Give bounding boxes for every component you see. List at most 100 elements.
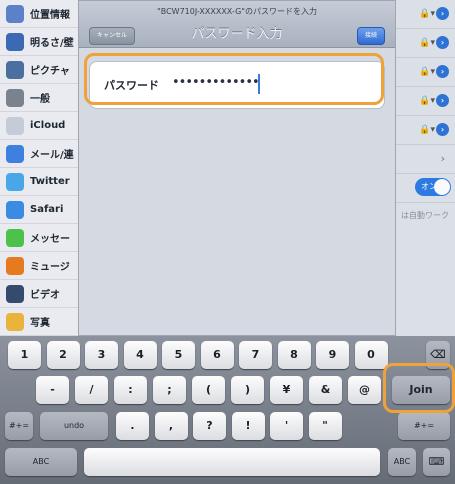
sidebar-item-label: ピクチャ: [30, 66, 70, 77]
key[interactable]: ;: [153, 376, 186, 404]
mail-icon: [6, 144, 24, 163]
other-network-row[interactable]: ›: [392, 145, 455, 174]
sidebar-item[interactable]: メッセー: [0, 224, 84, 252]
modal-navigation-bar: "BCW710J-XXXXXX-G"のパスワードを入力 キャンセル パスワード入…: [79, 1, 395, 48]
sidebar-item[interactable]: メール/連: [0, 140, 84, 168]
wifi-network-row[interactable]: 🔒▾ ›: [392, 87, 455, 116]
sidebar-item[interactable]: iCloud: [0, 112, 84, 140]
key[interactable]: :: [114, 376, 147, 404]
messages-icon: [6, 228, 24, 247]
sidebar-item[interactable]: 位置情報: [0, 0, 84, 28]
key[interactable]: (: [192, 376, 225, 404]
photos-icon: [6, 312, 24, 331]
key[interactable]: 7: [239, 341, 272, 369]
brightness-icon: [6, 32, 24, 51]
sidebar-item-label: 写真: [30, 318, 50, 329]
sidebar-item[interactable]: ピクチャ: [0, 56, 84, 84]
wifi-network-row[interactable]: 🔒▾ ›: [392, 29, 455, 58]
safari-icon: [6, 200, 24, 219]
ask-to-join-row: オン: [392, 174, 455, 203]
modal-title: パスワード入力: [191, 27, 283, 42]
key[interactable]: -: [36, 376, 69, 404]
key[interactable]: 5: [162, 341, 195, 369]
key[interactable]: !: [231, 412, 265, 440]
lock-wifi-icon: 🔒▾: [419, 9, 435, 19]
info-icon[interactable]: ›: [436, 7, 449, 20]
sidebar-item-label: 明るさ/壁: [30, 38, 74, 49]
lock-wifi-icon: 🔒▾: [419, 67, 435, 77]
sidebar-item-label: メール/連: [30, 150, 74, 161]
abc-key[interactable]: ABC: [5, 448, 77, 476]
password-field[interactable]: パスワード •••••••••••••: [89, 61, 385, 109]
settings-sidebar: 位置情報明るさ/壁ピクチャ一般 iCloud メール/連 Twitter Safari メ…: [0, 0, 85, 336]
text-cursor: [258, 74, 260, 94]
lock-wifi-icon: 🔒▾: [419, 38, 435, 48]
password-input[interactable]: •••••••••••••: [172, 75, 260, 90]
sidebar-item[interactable]: 写真: [0, 308, 84, 336]
sidebar-item-label: 一般: [30, 94, 50, 105]
sidebar-item[interactable]: Safari: [0, 196, 84, 224]
key[interactable]: ¥: [270, 376, 303, 404]
sidebar-item-label: Twitter: [30, 176, 70, 187]
sidebar-item[interactable]: ミュージ: [0, 252, 84, 280]
key[interactable]: ,: [154, 412, 188, 440]
abc-key[interactable]: ABC: [388, 448, 416, 476]
wifi-network-row[interactable]: 🔒▾ ›: [392, 116, 455, 145]
sidebar-item-label: Safari: [30, 204, 64, 215]
delete-key[interactable]: ⌫: [426, 341, 450, 369]
sidebar-item-label: iCloud: [30, 120, 66, 131]
key[interactable]: 3: [85, 341, 118, 369]
sidebar-item[interactable]: Twitter: [0, 168, 84, 196]
sidebar-item-label: ミュージ: [30, 262, 70, 273]
sidebar-item-label: ビデオ: [30, 290, 60, 301]
undo-key[interactable]: undo: [40, 412, 108, 440]
wifi-network-row[interactable]: 🔒▾ ›: [392, 58, 455, 87]
onscreen-keyboard: 1 2 3 4 5 6 7 8 9 0 ⌫ - /:;() ¥ & @ Join #+= undo.,?! ' " #+=…: [0, 336, 455, 484]
video-icon: [6, 284, 24, 303]
sidebar-item[interactable]: 明るさ/壁: [0, 28, 84, 56]
twitter-icon: [6, 172, 24, 191]
key[interactable]: 4: [123, 341, 157, 369]
key[interactable]: .: [116, 412, 149, 440]
key[interactable]: 8: [277, 341, 311, 369]
sidebar-item[interactable]: 一般: [0, 84, 84, 112]
key[interactable]: /: [75, 376, 108, 404]
key[interactable]: ?: [193, 412, 226, 440]
sidebar-item-label: 位置情報: [30, 10, 70, 21]
wifi-network-row[interactable]: 🔒▾ ›: [392, 0, 455, 29]
ask-to-join-toggle[interactable]: オン: [415, 178, 451, 196]
picture-frame-icon: [6, 60, 24, 79]
space-key[interactable]: [84, 448, 380, 476]
key[interactable]: ': [270, 412, 303, 440]
gear-icon: [6, 88, 24, 107]
modal-subtitle: "BCW710J-XXXXXX-G"のパスワードを入力: [157, 7, 317, 16]
key[interactable]: @: [348, 376, 381, 404]
ask-to-join-note: は自動ワーク: [401, 211, 449, 220]
info-icon[interactable]: ›: [436, 94, 449, 107]
settings-detail-column: 🔒▾ › 🔒▾ › 🔒▾ › 🔒▾ › 🔒▾ › › オン は自動ワーク: [392, 0, 455, 336]
location-icon: [6, 4, 24, 23]
hide-keyboard-key[interactable]: ⌨: [423, 448, 450, 476]
more-symbols-key[interactable]: #+=: [5, 412, 33, 440]
cloud-icon: [6, 116, 24, 135]
password-modal: "BCW710J-XXXXXX-G"のパスワードを入力 キャンセル パスワード入…: [78, 0, 396, 336]
music-icon: [6, 256, 24, 275]
join-button[interactable]: 接続: [357, 27, 385, 45]
key[interactable]: 2: [46, 341, 80, 369]
lock-wifi-icon: 🔒▾: [419, 125, 435, 135]
more-symbols-key[interactable]: #+=: [398, 412, 450, 440]
lock-wifi-icon: 🔒▾: [419, 96, 435, 106]
key[interactable]: 1: [8, 341, 41, 369]
key[interactable]: 6: [200, 341, 234, 369]
key[interactable]: ": [308, 412, 342, 440]
key[interactable]: &: [309, 376, 342, 404]
info-icon[interactable]: ›: [436, 36, 449, 49]
info-icon[interactable]: ›: [436, 123, 449, 136]
password-label: パスワード: [104, 79, 159, 92]
info-icon[interactable]: ›: [436, 65, 449, 78]
join-key[interactable]: Join: [392, 376, 450, 404]
key[interactable]: 9: [316, 341, 349, 369]
sidebar-item[interactable]: ビデオ: [0, 280, 84, 308]
key[interactable]: ): [231, 376, 264, 404]
key[interactable]: 0: [354, 341, 388, 369]
